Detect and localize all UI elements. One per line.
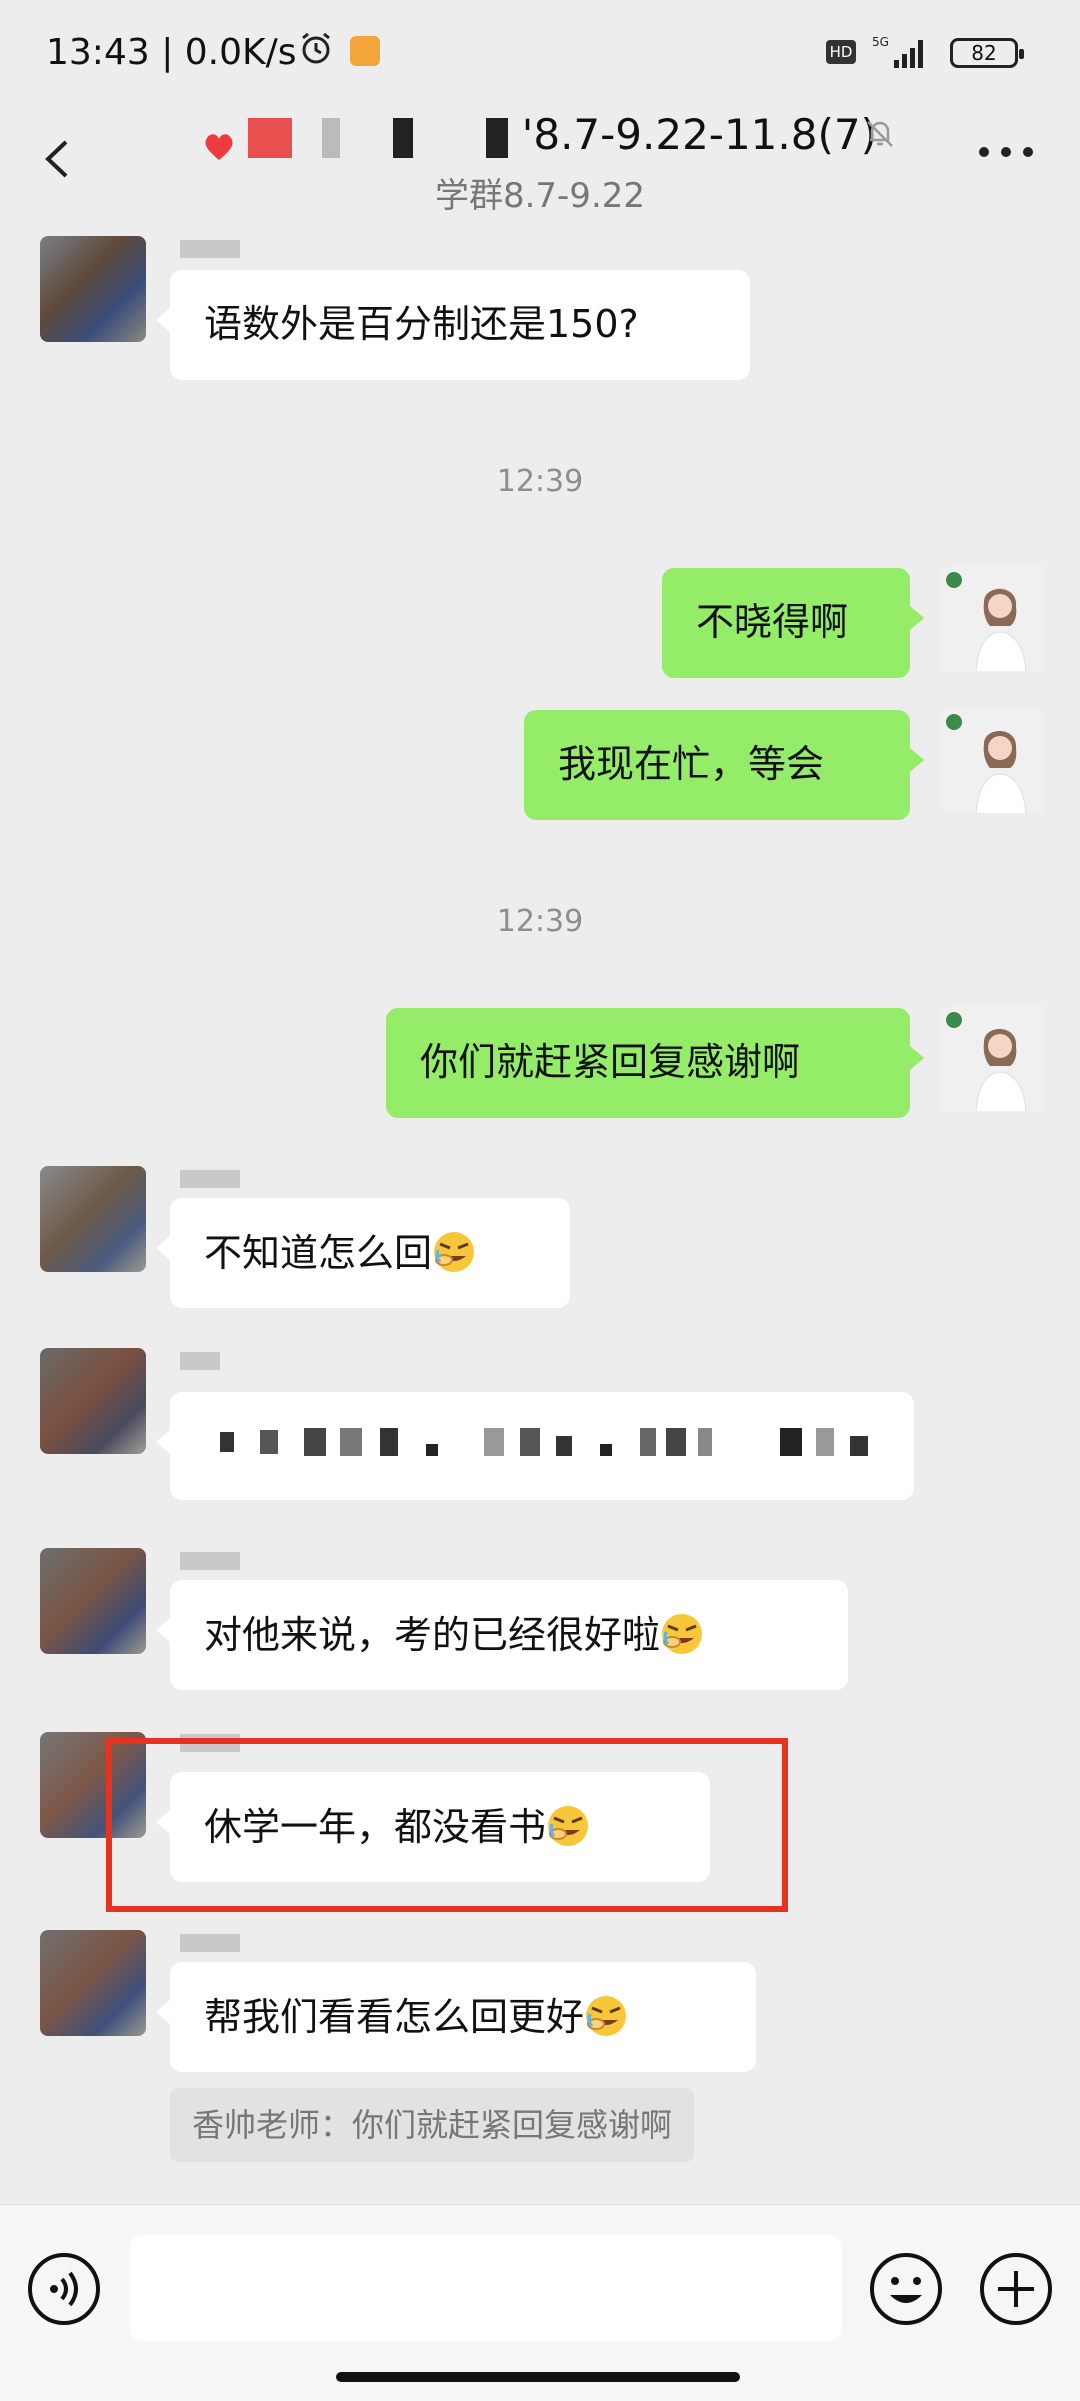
redacted-name bbox=[486, 117, 509, 158]
avatar[interactable] bbox=[40, 1548, 146, 1654]
message-input[interactable] bbox=[130, 2235, 842, 2341]
avatar[interactable] bbox=[40, 1166, 146, 1272]
plus-icon[interactable] bbox=[978, 2251, 1054, 2327]
network-label: 5G bbox=[872, 35, 889, 49]
sender-name bbox=[180, 1552, 240, 1570]
redacted-text bbox=[220, 1428, 868, 1456]
quoted-message[interactable]: 香帅老师：你们就赶紧回复感谢啊 bbox=[170, 2088, 695, 2162]
sender-name bbox=[180, 1352, 220, 1370]
message-text: 语数外是百分制还是150? bbox=[204, 302, 639, 346]
chat-title: '8.7-9.22-11.8(7) bbox=[180, 110, 900, 160]
status-bar: 13:43 | 0.0K/s HD 5G 82 bbox=[0, 0, 1080, 100]
message-text: 你们就赶紧回复感谢啊 bbox=[420, 1040, 801, 1084]
chat-subtitle: 学群8.7-9.22 bbox=[434, 176, 646, 216]
message-bubble[interactable]: 你们就赶紧回复感谢啊 bbox=[386, 1008, 924, 1118]
facepalm-laugh-emoji-icon bbox=[434, 1232, 475, 1272]
my-avatar[interactable] bbox=[940, 566, 1046, 672]
chat-header: '8.7-9.22-11.8(7) 学群8.7-9.22 bbox=[0, 100, 1080, 220]
message-text: 对他来说，考的已经很好啦 bbox=[204, 1613, 661, 1657]
message-text: 我现在忙，等会 bbox=[558, 742, 825, 786]
timestamp: 12:39 bbox=[496, 464, 584, 499]
facepalm-laugh-emoji-icon bbox=[586, 1996, 627, 2036]
hd-badge: HD bbox=[826, 40, 856, 64]
message-bubble[interactable]: 不知道怎么回 bbox=[156, 1198, 570, 1308]
avatar[interactable] bbox=[40, 1348, 146, 1454]
message-bubble-redacted[interactable] bbox=[156, 1392, 914, 1500]
home-indicator[interactable] bbox=[336, 2372, 740, 2382]
status-time: 13:43 | 0.0K/s bbox=[46, 32, 297, 73]
emoji-icon[interactable] bbox=[868, 2251, 944, 2327]
message-bubble[interactable]: 我现在忙，等会 bbox=[524, 710, 924, 820]
app-notification-icon bbox=[350, 36, 380, 66]
avatar[interactable] bbox=[40, 1930, 146, 2036]
facepalm-laugh-emoji-icon bbox=[662, 1614, 703, 1654]
message-bubble[interactable]: 帮我们看看怎么回更好 bbox=[156, 1962, 756, 2072]
sender-name bbox=[180, 1170, 240, 1188]
avatar[interactable] bbox=[40, 236, 146, 342]
message-bubble[interactable]: 语数外是百分制还是150? bbox=[156, 270, 750, 380]
signal-icon: 5G bbox=[872, 35, 923, 68]
mute-icon bbox=[867, 121, 893, 147]
battery-indicator: 82 bbox=[950, 38, 1024, 68]
redacted-name bbox=[248, 117, 293, 158]
chat-title-text: '8.7-9.22-11.8(7) bbox=[521, 110, 877, 159]
my-avatar[interactable] bbox=[940, 708, 1046, 814]
more-icon[interactable] bbox=[976, 144, 1036, 160]
voice-icon[interactable] bbox=[26, 2251, 102, 2327]
alarm-icon bbox=[302, 32, 330, 64]
my-avatar[interactable] bbox=[940, 1006, 1046, 1112]
highlight-box bbox=[106, 1738, 788, 1912]
message-text: 不知道怎么回 bbox=[204, 1231, 433, 1275]
redacted-name bbox=[393, 117, 414, 158]
redacted-name bbox=[321, 117, 340, 158]
sender-name bbox=[180, 240, 240, 258]
message-text: 不晓得啊 bbox=[696, 600, 849, 644]
back-icon[interactable] bbox=[36, 134, 86, 184]
sender-name bbox=[180, 1934, 240, 1952]
message-bubble[interactable]: 不晓得啊 bbox=[662, 568, 924, 678]
heart-icon bbox=[203, 123, 235, 160]
timestamp: 12:39 bbox=[496, 904, 584, 939]
message-text: 帮我们看看怎么回更好 bbox=[204, 1995, 585, 2039]
message-bubble[interactable]: 对他来说，考的已经很好啦 bbox=[156, 1580, 848, 1690]
